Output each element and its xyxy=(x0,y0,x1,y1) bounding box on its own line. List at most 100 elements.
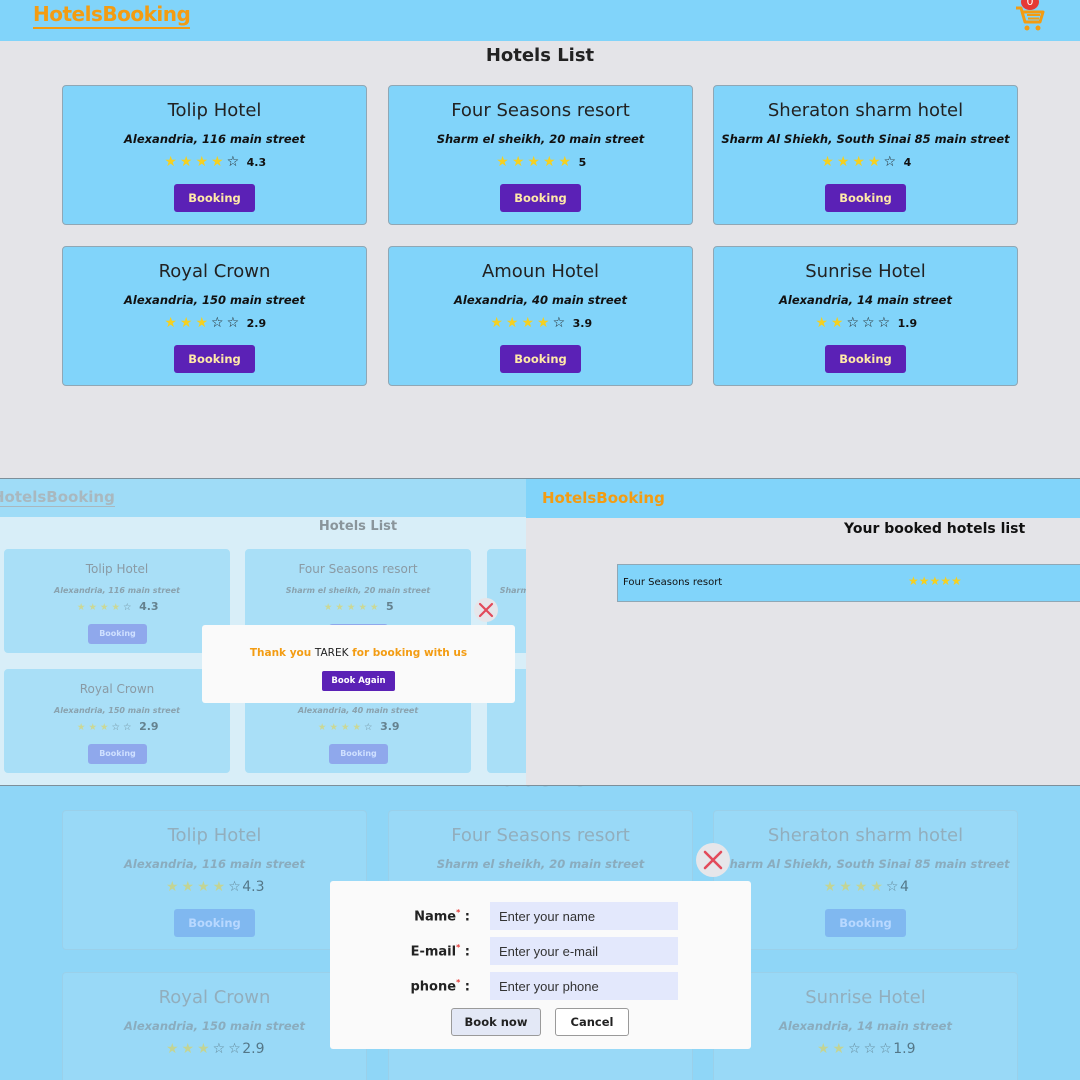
rating-stars: ★ ★ ★ ☆ ☆ 2.9 xyxy=(63,315,366,335)
rating-value: 4 xyxy=(899,879,909,895)
hotel-name: Royal Crown xyxy=(158,987,271,1008)
booking-button[interactable]: Booking xyxy=(174,184,255,212)
star-filled-icon: ★ xyxy=(521,315,535,331)
name-row: Name* : xyxy=(330,902,751,930)
booking-button: Booking xyxy=(88,744,147,764)
star-filled-icon: ★ xyxy=(558,154,572,170)
hotel-address: Alexandria, 14 main street xyxy=(779,293,952,307)
star-filled-icon: ★ xyxy=(821,154,834,170)
star-filled-icon: ★ xyxy=(179,154,193,170)
star-empty-icon: ☆ xyxy=(123,722,132,733)
close-icon[interactable] xyxy=(696,843,730,877)
close-icon[interactable] xyxy=(474,598,498,622)
hotel-card: Sunrise Hotel Alexandria, 14 main street… xyxy=(713,246,1018,386)
booked-hotel-name: Four Seasons resort xyxy=(623,577,723,588)
booking-button: Booking xyxy=(825,909,906,937)
star-filled-icon: ★ xyxy=(76,602,86,613)
star-filled-icon: ★ xyxy=(76,722,86,733)
star-filled-icon: ★ xyxy=(195,315,209,331)
rating-stars: ★ ★ ☆ ☆ ☆ 1.9 xyxy=(714,315,1017,335)
hotel-address: Sharm el sheikh, 20 main street xyxy=(436,132,645,146)
hotel-name: Tolip Hotel xyxy=(167,825,262,846)
star-empty-icon: ☆ xyxy=(211,315,224,331)
hotel-card: Tolip Hotel Alexandria, 116 main street … xyxy=(62,810,367,950)
booking-button[interactable]: Booking xyxy=(174,345,255,373)
thanks-prefix: Thank you xyxy=(249,647,312,659)
booked-hotels-panel: HotelsBooking Your booked hotels list Fo… xyxy=(526,479,1080,785)
star-filled-icon: ★ xyxy=(111,602,121,613)
rating-stars: ★ ★ ★ ★ ☆ 3.9 xyxy=(389,315,692,335)
hotel-address: Alexandria, 116 main street xyxy=(124,857,305,871)
star-filled-icon: ★ xyxy=(823,879,837,895)
rating-stars: ★ ★ ★ ★ ★ 5 xyxy=(246,600,470,620)
hotel-name: Four Seasons resort xyxy=(451,825,630,846)
brand-logo[interactable]: HotelsBooking xyxy=(542,489,665,507)
hotel-name: Four Seasons resort xyxy=(298,562,418,576)
star-filled-icon: ★ xyxy=(854,879,868,895)
star-empty-icon: ☆ xyxy=(863,1041,877,1057)
booking-button[interactable]: Booking xyxy=(500,345,581,373)
star-filled-icon: ★ xyxy=(195,154,209,170)
cancel-button[interactable]: Cancel xyxy=(555,1008,629,1036)
rating-value: 2.9 xyxy=(242,1041,265,1057)
star-filled-icon: ★ xyxy=(181,1041,195,1057)
star-filled-icon: ★ xyxy=(329,722,338,733)
booking-button[interactable]: Booking xyxy=(825,345,906,373)
star-filled-icon: ★ xyxy=(815,315,828,331)
thank-you-modal: Thank you TAREK for booking with us Book… xyxy=(202,625,515,703)
phone-input[interactable] xyxy=(490,972,678,1000)
booking-button[interactable]: Booking xyxy=(825,184,906,212)
page-title: Hotels List xyxy=(318,519,398,534)
star-filled-icon: ★ xyxy=(99,602,109,613)
hotel-card: Royal Crown Alexandria, 150 main street … xyxy=(4,669,230,773)
rating-value: 4 xyxy=(903,156,912,169)
star-empty-icon: ☆ xyxy=(364,722,373,733)
star-filled-icon: ★ xyxy=(352,722,362,733)
book-now-button[interactable]: Book now xyxy=(451,1008,541,1036)
hotel-name: Four Seasons resort xyxy=(451,100,630,121)
rating-stars: ★ ★ ★ ★ ☆ 4.3 xyxy=(5,600,229,620)
star-empty-icon: ☆ xyxy=(877,315,891,331)
star-filled-icon: ★ xyxy=(867,154,881,170)
rating-stars: ★ ★ ★ ★ ☆ 4.3 xyxy=(63,879,366,895)
star-empty-icon: ☆ xyxy=(123,602,132,613)
star-filled-icon: ★ xyxy=(527,154,540,170)
star-filled-icon: ★ xyxy=(181,879,195,895)
hotel-name: Royal Crown xyxy=(79,682,155,696)
hotel-name: Sheraton sharm hotel xyxy=(488,562,526,576)
page-title: Hotels List xyxy=(0,786,1080,791)
book-again-button[interactable]: Book Again xyxy=(322,671,395,691)
rating-stars: ★ ★ ☆ ☆ ☆ 1.9 xyxy=(714,1041,1017,1057)
hotel-name: Tolip Hotel xyxy=(167,100,262,121)
email-input[interactable] xyxy=(490,937,678,965)
hotels-list-screen: HotelsBooking 0 Hotels List Tolip Hotel … xyxy=(0,0,1080,478)
hotel-name: Sunrise Hotel xyxy=(805,261,926,282)
star-filled-icon: ★ xyxy=(165,1041,179,1057)
star-empty-icon: ☆ xyxy=(212,1041,226,1057)
star-filled-icon: ★ xyxy=(335,602,344,613)
star-filled-icon: ★ xyxy=(99,722,109,733)
star-filled-icon: ★ xyxy=(164,154,177,170)
hotel-card: Four Seasons resort Sharm el sheikh, 20 … xyxy=(388,85,693,225)
hotel-address: Alexandria, 150 main street xyxy=(124,293,305,307)
rating-value: 3.9 xyxy=(380,720,400,733)
star-filled-icon: ★ xyxy=(496,154,509,170)
star-filled-icon: ★ xyxy=(88,602,97,613)
hotel-card: Tolip Hotel Alexandria, 116 main street … xyxy=(62,85,367,225)
star-filled-icon: ★ xyxy=(197,1041,210,1057)
star-filled-icon: ★ xyxy=(164,315,177,331)
brand-logo[interactable]: HotelsBooking xyxy=(33,2,191,29)
hotel-card: Sheraton sharm hotel Sharm Al Shiekh, So… xyxy=(713,85,1018,225)
rating-value: 2.9 xyxy=(246,317,267,330)
user-name: TAREK xyxy=(314,647,349,659)
name-input[interactable] xyxy=(490,902,678,930)
rating-stars: ★ ★ ★ ★ ☆ 4 xyxy=(714,879,1017,895)
star-filled-icon: ★ xyxy=(511,154,525,170)
rating-stars: ★ ★ ★ ★ ☆ 4.3 xyxy=(63,154,366,174)
star-empty-icon: ☆ xyxy=(879,1041,892,1057)
rating-value: 4.3 xyxy=(246,156,267,169)
star-filled-icon: ★ xyxy=(839,879,852,895)
booked-hotel-row: Four Seasons resort ★★★★★ xyxy=(617,564,1080,602)
confirmation-screen: HotelsBooking Hotels List Tolip Hotel Al… xyxy=(0,478,1080,786)
booking-button[interactable]: Booking xyxy=(500,184,581,212)
